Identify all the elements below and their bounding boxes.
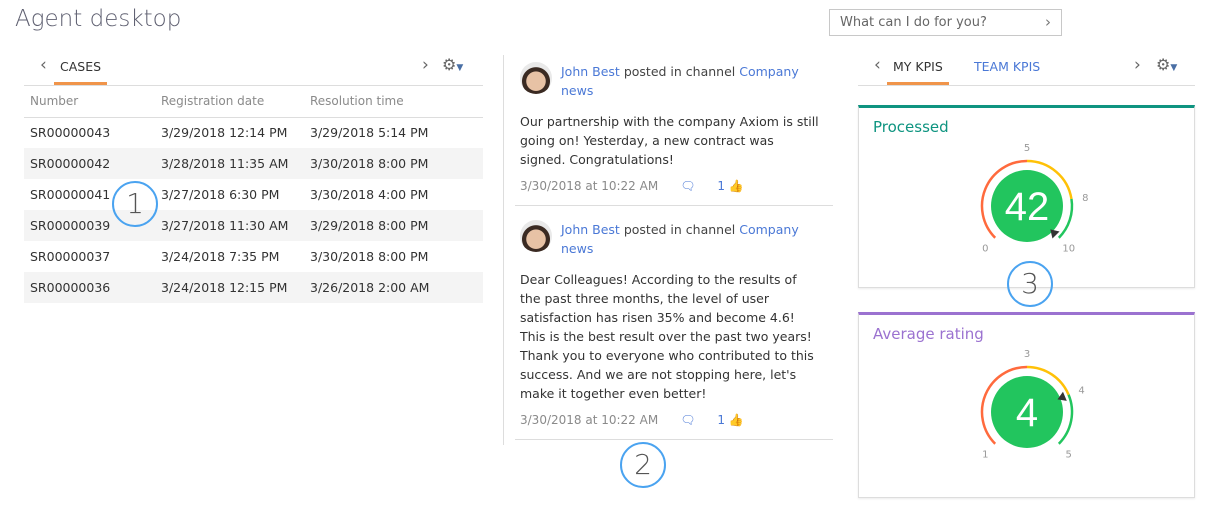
column-header-registration-date[interactable]: Registration date — [155, 86, 304, 118]
callout-marker-2: 2 — [620, 442, 666, 488]
gauge-tick-label: 5 — [1024, 143, 1030, 154]
avatar[interactable] — [520, 220, 552, 252]
chevron-right-icon[interactable]: › — [1134, 55, 1141, 75]
chevron-right-icon[interactable]: › — [1045, 13, 1051, 31]
avatar[interactable] — [520, 62, 552, 94]
like-count: 1 — [717, 413, 726, 427]
like-button[interactable]: 1 👍 — [717, 179, 743, 193]
post-date: 3/30/2018 at 10:22 AM — [520, 413, 659, 427]
table-row[interactable]: SR00000042 3/28/2018 11:35 AM 3/30/2018 8:… — [24, 148, 483, 179]
gauge-tick-label: 10 — [1062, 244, 1075, 255]
gauge-value: 42 — [1005, 185, 1050, 229]
table-cell: SR00000042 — [24, 148, 155, 179]
gauge-needle — [1050, 229, 1060, 239]
author-link[interactable]: John Best — [561, 64, 620, 79]
chevron-left-icon[interactable]: ‹ — [874, 55, 881, 75]
like-count: 1 — [717, 179, 726, 193]
table-cell: 3/27/2018 11:30 AM — [155, 210, 304, 241]
table-cell: 3/30/2018 8:00 PM — [304, 148, 483, 179]
thumbs-up-icon: 👍 — [728, 179, 744, 193]
table-row[interactable]: SR00000043 3/29/2018 12:14 PM 3/29/2018 5:… — [24, 117, 483, 148]
caret-down-icon: ▼ — [456, 63, 464, 73]
table-cell: 3/27/2018 6:30 PM — [161, 187, 280, 202]
gauge-tick-label: 4 — [1078, 385, 1084, 396]
chevron-left-icon[interactable]: ‹ — [40, 55, 47, 75]
comment-icon[interactable]: 🗨 — [680, 413, 695, 427]
table-cell: 3/30/2018 4:00 PM — [310, 187, 429, 202]
tab-team-kpis[interactable]: TEAM KPIS — [974, 59, 1040, 82]
post-action: posted in channel — [623, 64, 736, 79]
table-cell: 3/24/2018 7:35 PM — [161, 249, 280, 264]
cases-panel: ‹ CASES › ⚙▼ Number Registration date Re… — [24, 55, 483, 303]
gauge-tick-label: 0 — [982, 244, 988, 255]
table-row[interactable]: SR00000036 3/24/2018 12:15 PM 3/26/2018 2:… — [24, 272, 483, 303]
thumbs-up-icon: 👍 — [728, 413, 744, 427]
gauge-tick-label: 3 — [1024, 349, 1030, 360]
callout-marker-1: 1 — [112, 181, 158, 227]
table-row[interactable]: SR00000041 3/27/2018 6:30 PM 3/30/2018 4:0… — [24, 179, 483, 210]
gauge-value: 4 — [1016, 391, 1038, 435]
gauge-tick-label: 5 — [1066, 450, 1072, 461]
like-button[interactable]: 1 👍 — [717, 413, 743, 427]
gauge: 4 1 3 4 5 — [980, 349, 1085, 461]
caret-down-icon: ▼ — [1170, 63, 1178, 73]
table-cell: 3/24/2018 12:15 PM — [155, 272, 304, 303]
column-header-resolution-time[interactable]: Resolution time — [304, 86, 483, 118]
feed-post: John Best posted in channel Company news… — [515, 62, 833, 206]
table-cell: SR00000037 — [30, 249, 111, 264]
table-row[interactable]: SR00000037 3/24/2018 7:35 PM 3/30/2018 8:0… — [24, 241, 483, 272]
table-cell: 3/29/2018 5:14 PM — [310, 125, 429, 141]
table-cell: 3/28/2018 11:35 AM — [155, 148, 304, 179]
gear-icon[interactable]: ⚙▼ — [1156, 55, 1177, 74]
gauge-tick-label: 8 — [1082, 193, 1088, 204]
chevron-right-icon[interactable]: › — [422, 55, 429, 75]
feed-post: John Best posted in channel Company news… — [515, 220, 833, 440]
table-cell: 3/30/2018 8:00 PM — [310, 249, 429, 264]
cases-table: Number Registration date Resolution time… — [24, 86, 483, 303]
callout-marker-3: 3 — [1007, 261, 1053, 307]
kpi-panel: ‹ MY KPIS TEAM KPIS › ⚙▼ — [858, 55, 1195, 86]
author-link[interactable]: John Best — [561, 222, 620, 237]
post-date: 3/30/2018 at 10:22 AM — [520, 179, 659, 193]
search-placeholder: What can I do for you? — [840, 15, 987, 30]
gauge-tick-label: 1 — [982, 450, 988, 461]
command-search-input[interactable]: What can I do for you? › — [829, 9, 1062, 36]
table-row[interactable]: SR00000039 3/27/2018 11:30 AM 3/29/2018 8:… — [24, 210, 483, 241]
post-text: Dear Colleagues! According to the result… — [520, 272, 814, 401]
tab-my-kpis[interactable]: MY KPIS — [887, 59, 949, 85]
table-cell: 3/26/2018 2:00 AM — [304, 272, 483, 303]
gear-icon[interactable]: ⚙▼ — [442, 55, 463, 74]
table-cell: 3/29/2018 12:14 PM — [161, 125, 288, 141]
post-action: posted in channel — [623, 222, 736, 237]
table-cell: SR00000043 — [30, 125, 111, 141]
tab-cases[interactable]: CASES — [54, 59, 108, 85]
table-cell: 3/29/2018 8:00 PM — [304, 210, 483, 241]
table-cell: SR00000036 — [24, 272, 155, 303]
divider — [503, 55, 504, 445]
column-header-number[interactable]: Number — [24, 86, 155, 118]
post-text: Our partnership with the company Axiom i… — [520, 114, 819, 167]
comment-icon[interactable]: 🗨 — [680, 179, 695, 193]
page-title: Agent desktop — [15, 6, 182, 32]
kpi-card-average-rating: Average rating 41345 — [858, 312, 1195, 498]
